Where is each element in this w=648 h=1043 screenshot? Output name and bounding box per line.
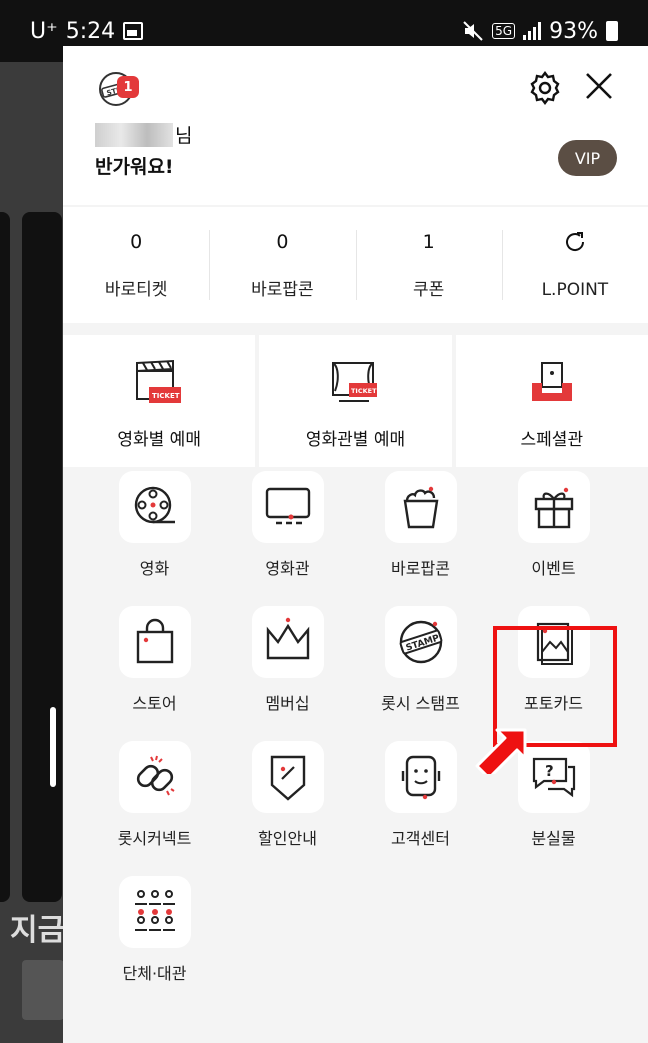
- notification-badge: 1: [117, 76, 139, 98]
- menu-label: 이벤트: [531, 559, 576, 578]
- menu-label: 롯시 스탬프: [381, 694, 460, 713]
- menu-item-lotte-connect[interactable]: 롯시커넥트: [88, 741, 221, 856]
- popcorn-icon: [403, 486, 438, 529]
- theater-ticket-icon: TICKET: [332, 362, 378, 402]
- side-menu-drawer: STP 1 님 반가워요! VIP 0 바로티켓 0 바로팝콘 1 쿠폰 L.P…: [63, 46, 648, 1043]
- recliner-seat-icon: [531, 362, 572, 401]
- background-scroll-indicator: [50, 707, 56, 787]
- menu-item-store[interactable]: 스토어: [88, 606, 221, 721]
- menu-label: 영화: [139, 559, 170, 578]
- stat-label: 바로티켓: [104, 280, 168, 300]
- background-card: [0, 212, 10, 902]
- book-by-movie-button[interactable]: TICKET 영화별 예매: [63, 335, 256, 467]
- stat-value: 0: [130, 231, 143, 253]
- stamp-icon: STAMP: [399, 620, 442, 664]
- menu-label: 멤버십: [265, 694, 310, 713]
- refresh-icon[interactable]: [502, 230, 648, 254]
- booking-label: 영화관별 예매: [305, 430, 406, 450]
- battery-percent: 93%: [549, 18, 598, 44]
- svg-text:TICKET: TICKET: [351, 387, 377, 395]
- chain-link-icon: [136, 755, 175, 796]
- menu-label: 스토어: [132, 694, 177, 713]
- menu-label: 영화관: [265, 559, 310, 578]
- discount-tag-icon: [270, 755, 305, 801]
- menu-label: 분실물: [531, 829, 576, 848]
- booking-label: 스페셜관: [520, 430, 584, 450]
- stat-value: 0: [276, 231, 289, 253]
- background-thumbnail: [22, 960, 64, 1020]
- screen-icon: [265, 487, 310, 525]
- background-card: [22, 212, 62, 902]
- film-reel-icon: [134, 486, 175, 524]
- menu-item-theater[interactable]: 영화관: [221, 471, 354, 586]
- group-seats-icon: [134, 890, 175, 931]
- stat-label: 쿠폰: [412, 280, 445, 300]
- profile-section: STP 1 님 반가워요! VIP: [63, 46, 648, 205]
- gallery-notification-icon: [123, 22, 144, 40]
- membership-tier-badge[interactable]: VIP: [558, 140, 617, 176]
- shopping-bag-icon: [136, 618, 173, 664]
- clock: 5:24: [65, 18, 116, 44]
- stat-label: L.POINT: [541, 280, 609, 300]
- menu-item-event[interactable]: 이벤트: [487, 471, 620, 586]
- menu-item-group-rental[interactable]: 단체·대관: [88, 876, 221, 991]
- name-suffix: 님: [175, 125, 193, 147]
- menu-label: 단체·대관: [122, 964, 187, 983]
- menu-label: 롯시커넥트: [117, 829, 192, 848]
- book-by-theater-button[interactable]: TICKET 영화관별 예매: [259, 335, 452, 467]
- menu-item-customer-center[interactable]: 고객센터: [354, 741, 487, 856]
- greeting-text: 반가워요!: [95, 156, 174, 178]
- clapperboard-ticket-icon: TICKET: [136, 359, 182, 403]
- menu-item-lotte-stamp[interactable]: STAMP 롯시 스탬프: [354, 606, 487, 721]
- settings-gear-icon[interactable]: [527, 70, 563, 106]
- stat-baro-ticket[interactable]: 0 바로티켓: [63, 230, 209, 300]
- carrier-label: U⁺: [30, 18, 58, 44]
- user-name: 님: [95, 121, 192, 148]
- booking-shortcuts: TICKET 영화별 예매 TICKET 영화관별 예매 스페셜관: [63, 335, 648, 467]
- crown-icon: [266, 617, 309, 660]
- menu-item-baro-popcorn[interactable]: 바로팝콘: [354, 471, 487, 586]
- network-label: 5G: [492, 23, 516, 39]
- close-icon[interactable]: [583, 70, 615, 102]
- stat-value: 1: [422, 231, 435, 253]
- pointer-arrow-icon: [475, 728, 527, 774]
- wallet-stats: 0 바로티켓 0 바로팝콘 1 쿠폰 L.POINT: [63, 207, 648, 323]
- menu-item-membership[interactable]: 멤버십: [221, 606, 354, 721]
- stat-coupon[interactable]: 1 쿠폰: [355, 230, 502, 300]
- gift-box-icon: [534, 487, 573, 529]
- stat-baro-popcorn[interactable]: 0 바로팝콘: [209, 230, 355, 300]
- stat-label: 바로팝콘: [251, 280, 314, 300]
- signal-icon: [523, 22, 542, 40]
- special-theater-button[interactable]: 스페셜관: [455, 335, 648, 467]
- menu-item-movie[interactable]: 영화: [88, 471, 221, 586]
- menu-label: 고객센터: [391, 829, 450, 848]
- blurred-username: [95, 122, 173, 147]
- menu-label: 할인안내: [258, 829, 317, 848]
- svg-text:?: ?: [545, 762, 554, 780]
- background-heading: 지금: [10, 913, 66, 948]
- support-agent-icon: [401, 755, 440, 800]
- stat-lpoint[interactable]: L.POINT: [501, 230, 648, 300]
- svg-text:TICKET: TICKET: [152, 392, 180, 400]
- mute-icon: [463, 21, 483, 41]
- battery-icon: [606, 21, 618, 41]
- menu-label: 바로팝콘: [391, 559, 450, 578]
- booking-label: 영화별 예매: [117, 430, 201, 450]
- question-chat-icon: ?: [532, 757, 575, 798]
- menu-item-discount-info[interactable]: 할인안내: [221, 741, 354, 856]
